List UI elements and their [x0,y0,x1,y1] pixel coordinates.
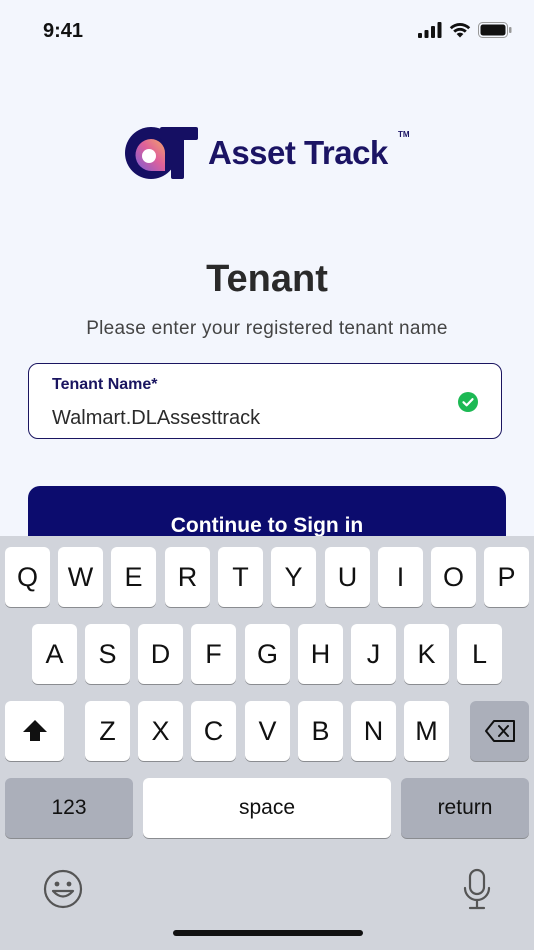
key-s[interactable]: S [85,624,130,684]
space-key[interactable]: space [143,778,391,838]
emoji-icon[interactable] [43,869,83,909]
home-indicator [173,930,363,936]
status-bar: 9:41 [0,0,534,64]
key-c[interactable]: C [191,701,236,761]
key-i[interactable]: I [378,547,423,607]
microphone-icon[interactable] [462,868,492,912]
key-o[interactable]: O [431,547,476,607]
key-t[interactable]: T [218,547,263,607]
key-a[interactable]: A [32,624,77,684]
key-r[interactable]: R [165,547,210,607]
status-time: 9:41 [43,20,84,42]
shift-icon [22,720,47,741]
key-f[interactable]: F [191,624,236,684]
asset-track-logo: Asset Track TM [124,124,410,182]
logo-mark-icon [125,127,198,179]
key-q[interactable]: Q [5,547,50,607]
key-p[interactable]: P [484,547,529,607]
key-k[interactable]: K [404,624,449,684]
backspace-key[interactable] [470,701,529,761]
numbers-key[interactable]: 123 [5,778,133,838]
key-u[interactable]: U [325,547,370,607]
shift-key[interactable] [5,701,64,761]
backspace-icon [484,720,515,742]
key-m[interactable]: M [404,701,449,761]
key-j[interactable]: J [351,624,396,684]
tenant-name-label: Tenant Name* [52,376,158,393]
wifi-icon [449,23,471,38]
key-v[interactable]: V [245,701,290,761]
key-y[interactable]: Y [271,547,316,607]
trademark-mark: TM [398,130,410,139]
key-l[interactable]: L [457,624,502,684]
signal-icon [418,22,442,38]
status-icons [418,22,512,38]
tenant-name-field[interactable]: Tenant Name* Walmart.DLAssesttrack [28,363,502,439]
on-screen-keyboard: Q W E R T Y U I O P A S D F G H J K L Z … [0,536,534,950]
key-h[interactable]: H [298,624,343,684]
key-z[interactable]: Z [85,701,130,761]
return-key[interactable]: return [401,778,529,838]
logo-text: Asset Track [208,134,388,171]
battery-icon [478,22,512,38]
key-n[interactable]: N [351,701,396,761]
tenant-name-input[interactable]: Walmart.DLAssesttrack [52,407,260,430]
check-icon [458,392,478,412]
key-x[interactable]: X [138,701,183,761]
key-w[interactable]: W [58,547,103,607]
key-e[interactable]: E [111,547,156,607]
key-b[interactable]: B [298,701,343,761]
page-title: Tenant [206,258,328,300]
key-d[interactable]: D [138,624,183,684]
page-subtitle: Please enter your registered tenant name [86,318,448,339]
key-g[interactable]: G [245,624,290,684]
